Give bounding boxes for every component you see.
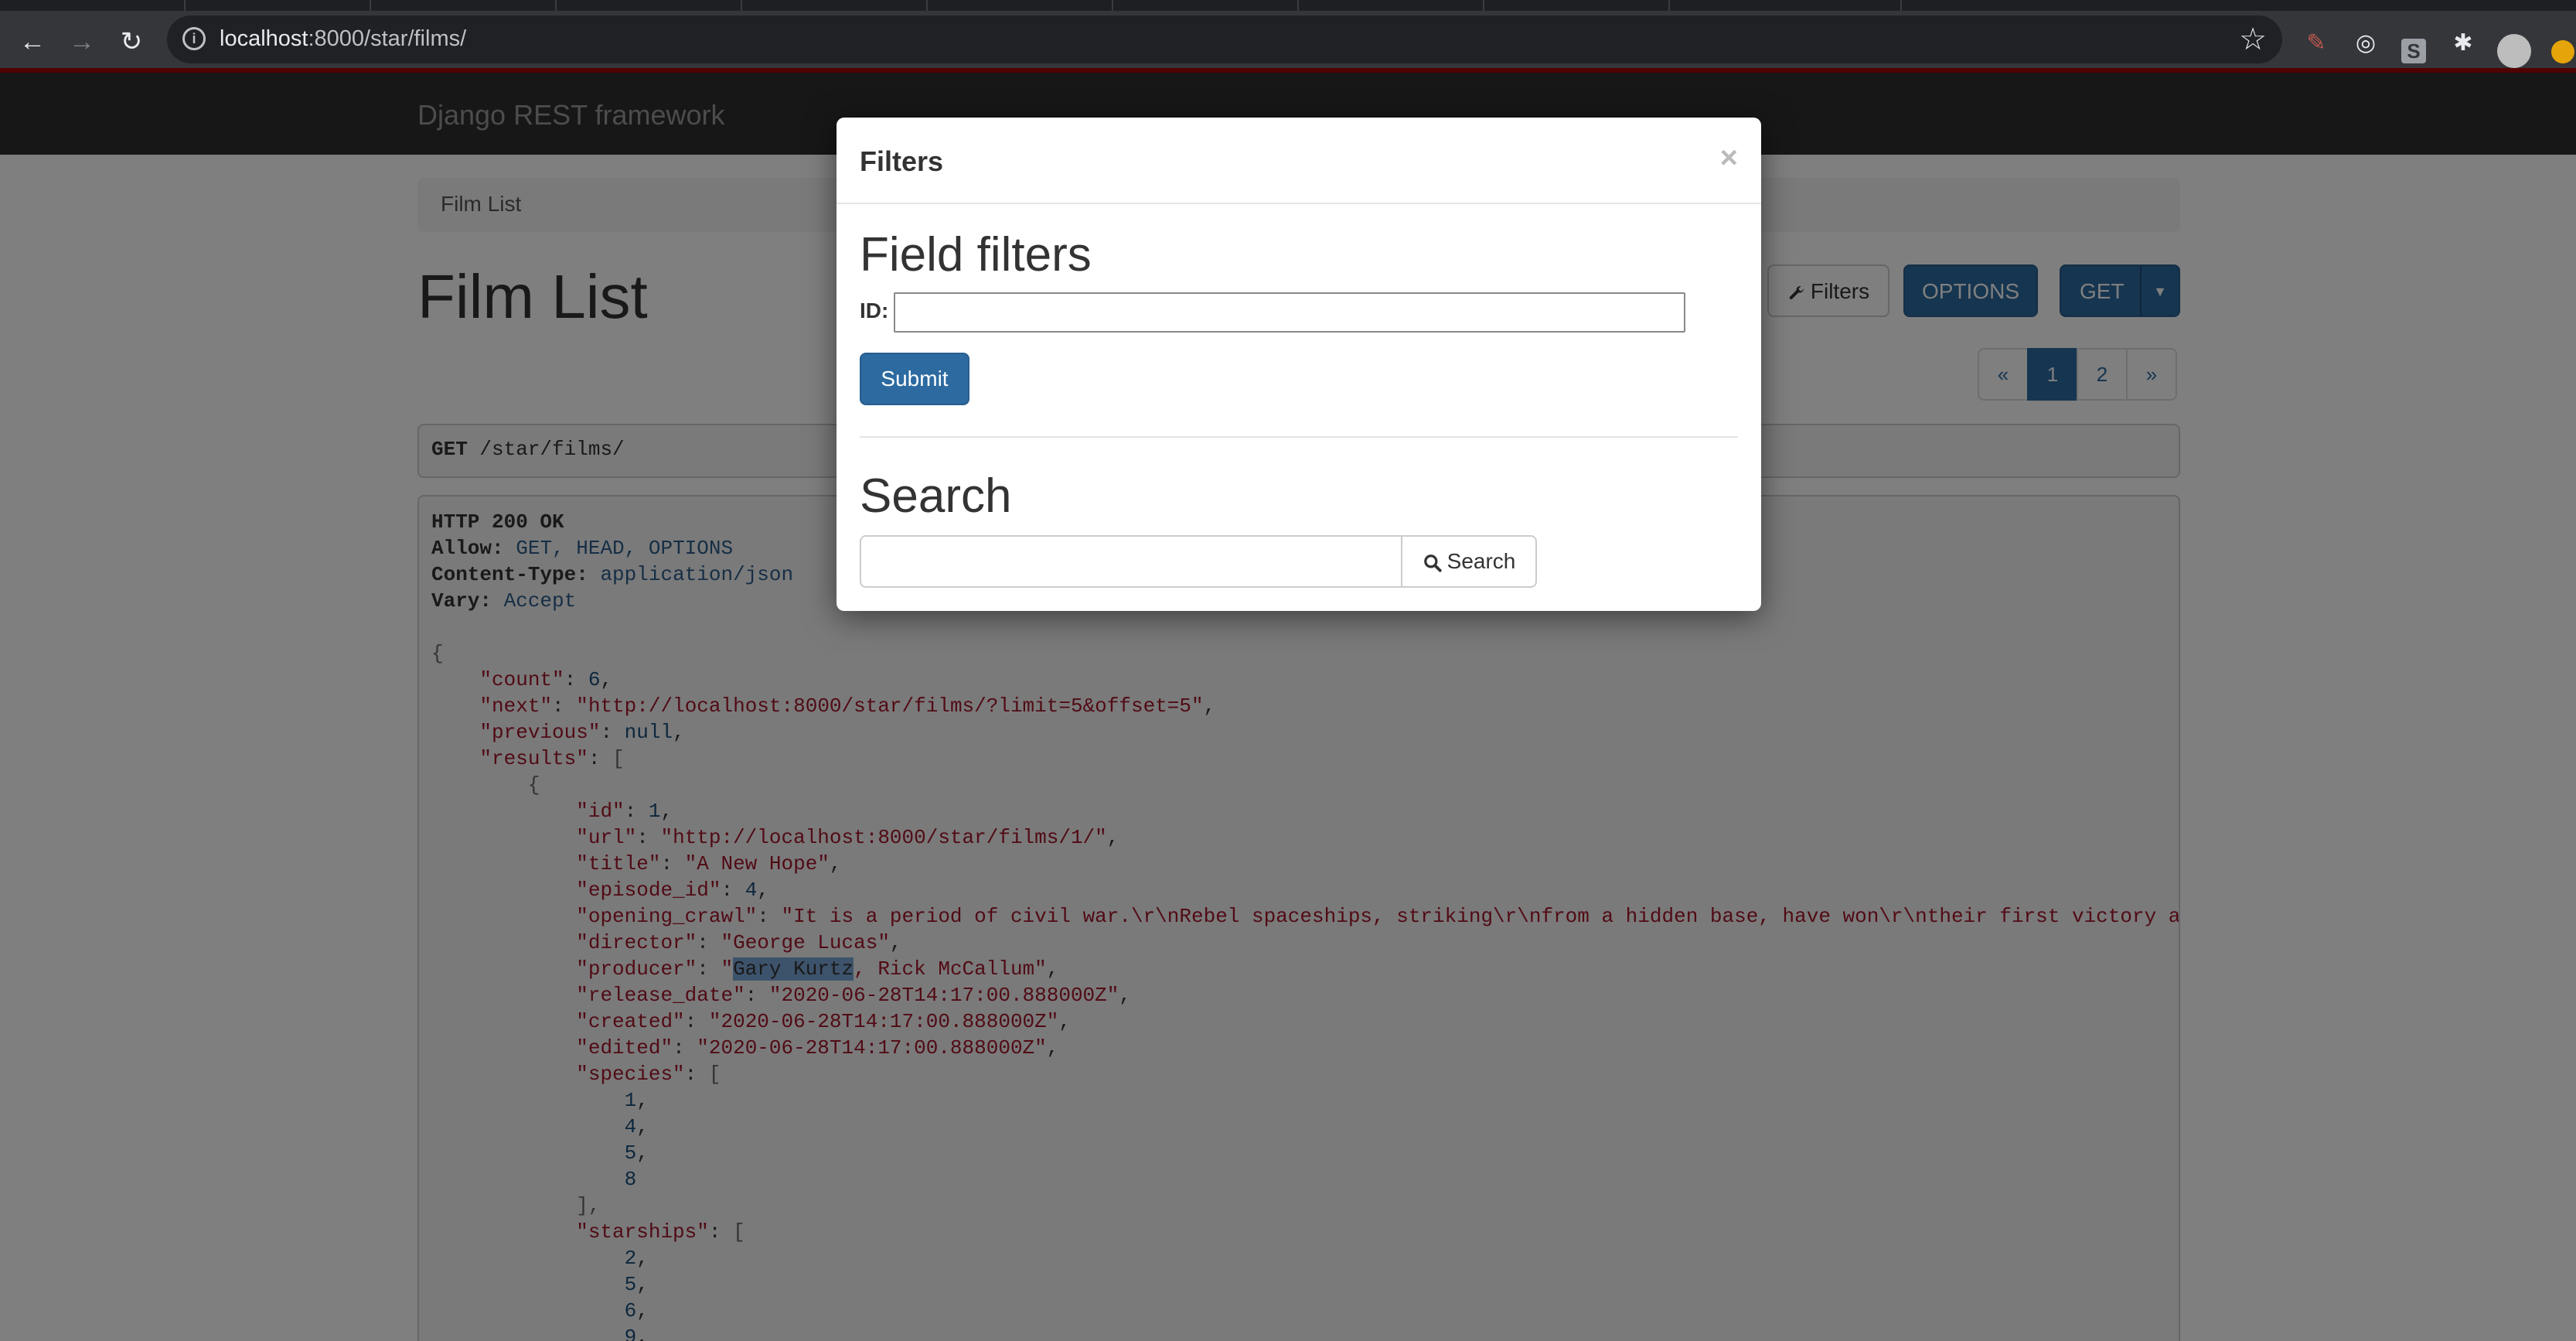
bookmark-star-icon[interactable]: ☆ <box>2239 22 2267 57</box>
extension-target-icon[interactable]: ◎ <box>2350 28 2381 59</box>
address-url[interactable]: localhost:8000/star/films/ <box>220 26 466 52</box>
search-button[interactable]: Search <box>1401 535 1537 588</box>
browser-tab[interactable] <box>557 0 742 11</box>
browser-tab[interactable] <box>742 0 928 11</box>
back-icon[interactable]: ← <box>17 26 48 57</box>
browser-tab[interactable] <box>371 0 557 11</box>
reload-icon[interactable]: ↻ <box>116 26 147 57</box>
field-filters-heading: Field filters <box>860 228 1092 282</box>
search-input[interactable] <box>860 535 1402 588</box>
browser-tab[interactable] <box>186 0 371 11</box>
browser-tab[interactable] <box>928 0 1113 11</box>
search-heading: Search <box>860 469 1012 523</box>
forward-icon[interactable]: → <box>66 26 97 57</box>
browser-tab[interactable] <box>1113 0 1299 11</box>
filters-modal: Filters × Field filters ID: Submit Searc… <box>837 118 1761 611</box>
id-field[interactable] <box>894 292 1685 333</box>
modal-title: Filters <box>860 145 944 177</box>
browser-tab[interactable] <box>0 0 186 11</box>
browser-tab[interactable] <box>1670 0 1902 11</box>
search-icon <box>1423 554 1442 572</box>
extension-icon[interactable]: ✎ <box>2301 28 2332 59</box>
close-icon[interactable]: × <box>1720 141 1738 176</box>
address-bar[interactable]: i localhost:8000/star/films/ ☆ <box>167 15 2282 63</box>
profile-avatar[interactable] <box>2497 34 2531 68</box>
browser-toolbar: ← → ↻ i localhost:8000/star/films/ ☆ ✎ ◎… <box>0 11 2576 68</box>
browser-tab[interactable] <box>1299 0 1484 11</box>
modal-header: Filters × <box>837 118 1761 204</box>
site-info-icon[interactable]: i <box>182 27 206 50</box>
divider <box>860 436 1738 438</box>
extension-s-icon[interactable]: S <box>2401 39 2426 63</box>
id-label: ID: <box>860 299 889 322</box>
update-indicator-icon[interactable] <box>2551 40 2574 63</box>
browser-tab[interactable] <box>1484 0 1670 11</box>
submit-button[interactable]: Submit <box>860 353 969 405</box>
extensions-puzzle-icon[interactable]: ✱ <box>2448 28 2479 59</box>
